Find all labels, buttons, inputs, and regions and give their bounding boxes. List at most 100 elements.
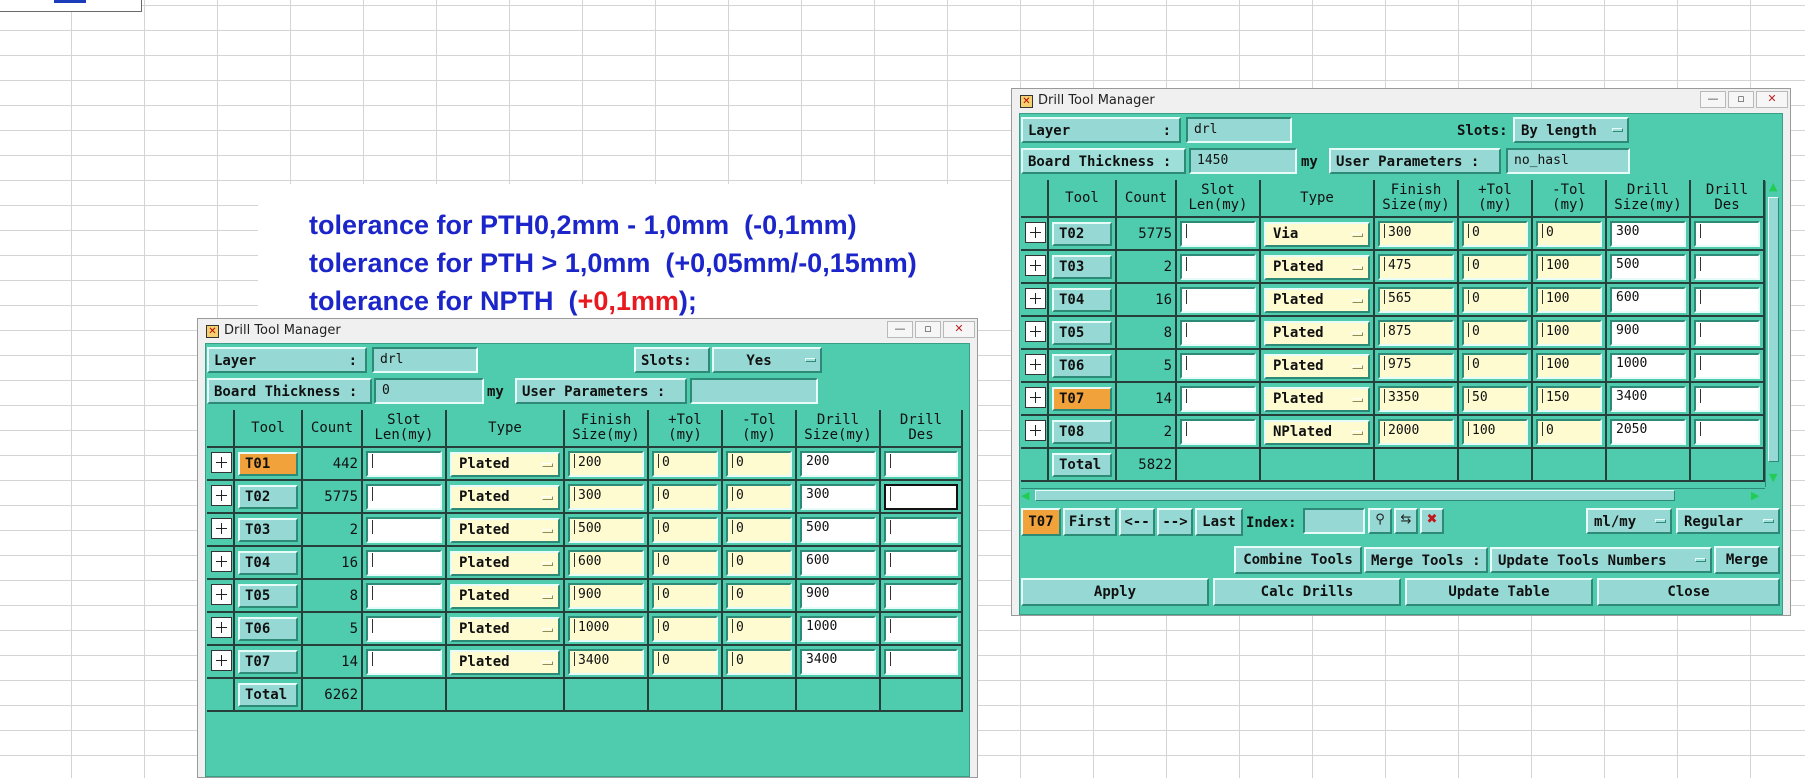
column-header[interactable]: Finish Size(my) <box>565 410 649 448</box>
apply-button[interactable]: Apply <box>1021 578 1209 606</box>
scroll-left-icon[interactable]: ◀ <box>1021 489 1029 502</box>
type-dropdown[interactable]: Plated <box>450 584 560 609</box>
type-dropdown[interactable]: Plated <box>1264 255 1370 280</box>
slot-len-input[interactable] <box>366 649 442 675</box>
board-thickness-field[interactable]: 1450 <box>1189 148 1297 174</box>
drill-size-input[interactable]: 500 <box>1610 254 1686 280</box>
slot-len-input[interactable] <box>1180 353 1256 379</box>
close-button[interactable]: Close <box>1597 578 1780 606</box>
column-header[interactable]: +Tol (my) <box>649 410 723 448</box>
update-tools-numbers-dropdown[interactable]: Update Tools Numbers <box>1490 547 1712 573</box>
expand-plus-icon[interactable] <box>211 485 232 506</box>
slot-len-input[interactable] <box>366 517 442 543</box>
drill-size-input[interactable]: 600 <box>1610 287 1686 313</box>
combine-tools-button[interactable]: Combine Tools <box>1234 546 1362 574</box>
table-vertical-scrollbar[interactable]: ▲ ▼ <box>1765 180 1781 487</box>
drill-des-input[interactable] <box>1694 320 1760 346</box>
column-header[interactable]: Drill Des <box>1691 180 1765 218</box>
minus-tol-input[interactable]: 0 <box>726 517 792 543</box>
plus-tol-input[interactable]: 0 <box>652 484 718 510</box>
lamp-icon[interactable]: ⚲ <box>1368 508 1392 534</box>
table-horizontal-scrollbar[interactable]: ◀ ▶ <box>1021 488 1765 502</box>
calc-drills-button[interactable]: Calc Drills <box>1213 578 1401 606</box>
minimize-button[interactable]: — <box>887 321 913 338</box>
slot-len-input[interactable] <box>1180 287 1256 313</box>
type-dropdown[interactable]: Plated <box>450 617 560 642</box>
column-header[interactable]: Slot Len(my) <box>363 410 447 448</box>
drill-des-input[interactable] <box>1694 419 1760 445</box>
drill-size-input[interactable]: 1000 <box>800 616 876 642</box>
type-dropdown[interactable]: Via <box>1264 222 1370 247</box>
tool-button[interactable]: T03 <box>1052 255 1112 279</box>
finish-size-input[interactable]: 300 <box>1378 221 1454 247</box>
plus-tol-input[interactable]: 0 <box>652 649 718 675</box>
type-dropdown[interactable]: Plated <box>450 452 560 477</box>
type-dropdown[interactable]: Plated <box>450 485 560 510</box>
drill-des-input[interactable] <box>1694 353 1760 379</box>
last-button[interactable]: Last <box>1195 508 1243 536</box>
tool-button[interactable]: T02 <box>238 485 298 509</box>
index-field[interactable] <box>1303 508 1365 534</box>
expand-plus-icon[interactable] <box>211 551 232 572</box>
user-parameters-field[interactable] <box>690 378 818 404</box>
scroll-up-icon[interactable]: ▲ <box>1769 180 1777 193</box>
minimize-button[interactable]: — <box>1700 91 1726 108</box>
vertical-scroll-thumb[interactable] <box>1768 197 1779 462</box>
finish-size-input[interactable]: 600 <box>568 550 644 576</box>
expand-plus-icon[interactable] <box>211 518 232 539</box>
units-dropdown[interactable]: ml/my <box>1586 508 1672 534</box>
column-header[interactable]: -Tol (my) <box>1533 180 1607 218</box>
delete-icon[interactable]: ✖ <box>1420 508 1444 534</box>
scroll-right-icon[interactable]: ▶ <box>1751 489 1759 502</box>
finish-size-input[interactable]: 475 <box>1378 254 1454 280</box>
minus-tol-input[interactable]: 0 <box>726 550 792 576</box>
expand-plus-icon[interactable] <box>211 650 232 671</box>
horizontal-scroll-thumb[interactable] <box>1035 490 1675 501</box>
column-header[interactable]: Type <box>1261 180 1375 218</box>
finish-size-input[interactable]: 565 <box>1378 287 1454 313</box>
slot-len-input[interactable] <box>366 583 442 609</box>
user-parameters-field[interactable]: no_hasl <box>1506 148 1630 174</box>
close-window-button[interactable]: ✕ <box>1756 91 1788 108</box>
drill-des-input[interactable] <box>884 616 958 642</box>
finish-size-input[interactable]: 1000 <box>568 616 644 642</box>
drill-des-input[interactable] <box>884 649 958 675</box>
tool-button[interactable]: T08 <box>1052 420 1112 444</box>
finish-size-input[interactable]: 300 <box>568 484 644 510</box>
plus-tol-input[interactable]: 0 <box>1462 254 1528 280</box>
first-button[interactable]: First <box>1063 508 1117 536</box>
expand-plus-icon[interactable] <box>211 452 232 473</box>
minus-tol-input[interactable]: 0 <box>726 616 792 642</box>
finish-size-input[interactable]: 2000 <box>1378 419 1454 445</box>
plus-tol-input[interactable]: 100 <box>1462 419 1528 445</box>
column-header[interactable]: -Tol (my) <box>723 410 797 448</box>
layer-field[interactable]: drl <box>372 347 478 373</box>
merge-button[interactable]: Merge <box>1714 546 1780 574</box>
expand-plus-icon[interactable] <box>211 584 232 605</box>
minus-tol-input[interactable]: 0 <box>726 484 792 510</box>
drill-size-input[interactable]: 3400 <box>800 649 876 675</box>
slot-len-input[interactable] <box>1180 386 1256 412</box>
slot-len-input[interactable] <box>1180 320 1256 346</box>
tool-button[interactable]: T07 <box>1052 387 1112 411</box>
plus-tol-input[interactable]: 0 <box>1462 287 1528 313</box>
board-thickness-field[interactable]: 0 <box>374 378 484 404</box>
finish-size-input[interactable]: 975 <box>1378 353 1454 379</box>
column-header[interactable]: +Tol (my) <box>1459 180 1533 218</box>
type-dropdown[interactable]: Plated <box>450 551 560 576</box>
swap-icon[interactable]: ⇆ <box>1394 508 1418 534</box>
update-table-button[interactable]: Update Table <box>1405 578 1593 606</box>
tool-button[interactable]: T05 <box>238 584 298 608</box>
tool-button[interactable]: T06 <box>238 617 298 641</box>
expand-plus-icon[interactable] <box>1025 354 1046 375</box>
slot-len-input[interactable] <box>1180 254 1256 280</box>
slot-len-input[interactable] <box>366 451 442 477</box>
finish-size-input[interactable]: 900 <box>568 583 644 609</box>
drill-size-input[interactable]: 900 <box>1610 320 1686 346</box>
slot-len-input[interactable] <box>1180 221 1256 247</box>
drill-size-input[interactable]: 500 <box>800 517 876 543</box>
finish-size-input[interactable]: 200 <box>568 451 644 477</box>
drill-des-input[interactable] <box>884 517 958 543</box>
column-header[interactable]: Type <box>447 410 565 448</box>
tool-button[interactable]: T04 <box>238 551 298 575</box>
